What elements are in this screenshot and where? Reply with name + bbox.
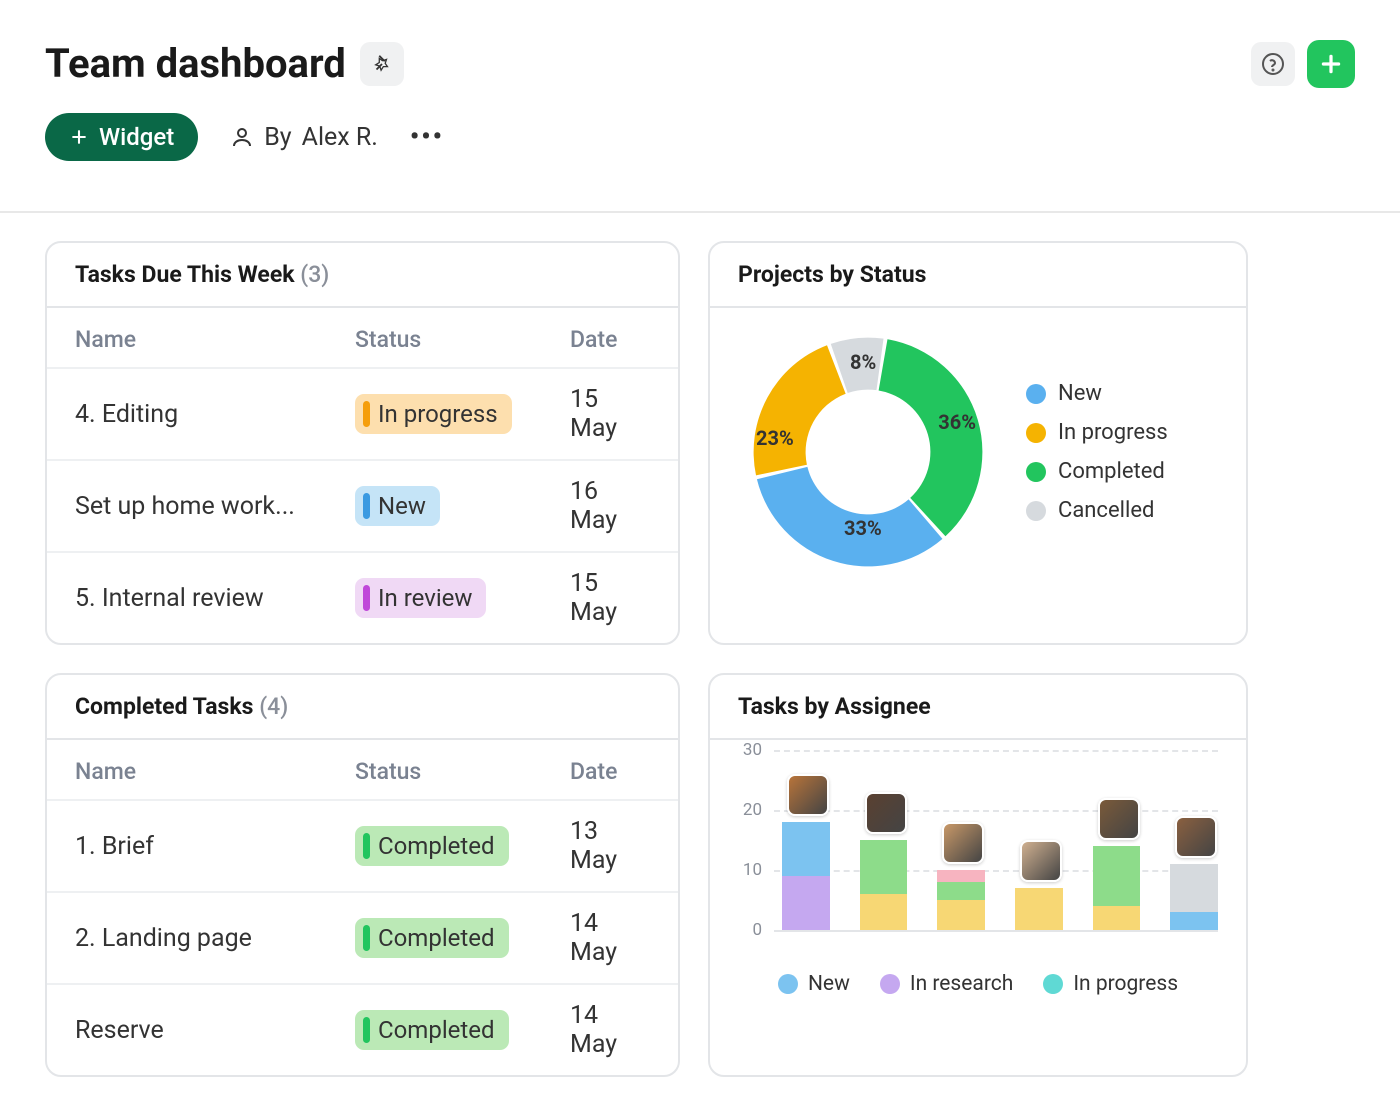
avatar (1020, 840, 1062, 882)
task-date: 16 May (570, 477, 650, 535)
y-tick: 30 (743, 740, 762, 760)
tasks-due-title: Tasks Due This Week (75, 261, 295, 288)
task-date: 14 May (570, 909, 650, 967)
avatar (1098, 798, 1140, 840)
task-date: 15 May (570, 569, 650, 627)
table-row[interactable]: 1. BriefCompleted 13 May (47, 799, 678, 891)
avatar (1175, 816, 1217, 858)
y-tick: 20 (743, 800, 762, 820)
bar-chart: 0102030 (738, 750, 1218, 950)
author-prefix: By (264, 123, 291, 152)
task-name: 2. Landing page (75, 924, 355, 953)
legend-item: In progress (1043, 972, 1178, 996)
task-name: 1. Brief (75, 832, 355, 861)
donut-label-inprogress: 23% (756, 426, 794, 450)
avatar (865, 792, 907, 834)
donut-legend: New In progress Completed Cancelled (1026, 381, 1168, 523)
table-row[interactable]: ReserveCompleted 14 May (47, 983, 678, 1075)
add-widget-button[interactable]: Widget (45, 113, 198, 161)
page-title: Team dashboard (45, 40, 346, 87)
col-date: Date (570, 326, 650, 353)
more-menu-button[interactable]: ••• (410, 122, 444, 152)
status-pill: Completed (355, 918, 509, 958)
task-name: Set up home work... (75, 492, 355, 521)
task-date: 14 May (570, 1001, 650, 1059)
avatar (787, 774, 829, 816)
table-row[interactable]: 2. Landing pageCompleted 14 May (47, 891, 678, 983)
col-date: Date (570, 758, 650, 785)
donut-chart: 36% 33% 23% 8% (738, 322, 998, 582)
table-row[interactable]: 5. Internal reviewIn review 15 May (47, 551, 678, 643)
projects-by-status-card: Projects by Status 36% 33% 23% 8% New In … (708, 241, 1248, 645)
completed-columns: Name Status Date (47, 738, 678, 799)
status-pill: New (355, 486, 440, 526)
projects-by-status-title: Projects by Status (738, 261, 926, 288)
legend-item: New (1026, 381, 1168, 406)
bar-column (1015, 888, 1063, 930)
task-date: 13 May (570, 817, 650, 875)
task-name: Reserve (75, 1016, 355, 1045)
pin-button[interactable] (360, 42, 404, 86)
plus-icon (69, 127, 89, 147)
tasks-due-card: Tasks Due This Week (3) Name Status Date… (45, 241, 680, 645)
widget-button-label: Widget (99, 123, 174, 151)
table-row[interactable]: 4. EditingIn progress 15 May (47, 367, 678, 459)
task-name: 5. Internal review (75, 584, 355, 613)
bar-column (1093, 846, 1141, 930)
completed-title: Completed Tasks (75, 693, 253, 720)
bar-column (1170, 864, 1218, 930)
col-name: Name (75, 326, 355, 353)
bar-column (860, 840, 908, 930)
person-icon (230, 125, 254, 149)
bar-column (937, 870, 985, 930)
status-pill: In review (355, 578, 486, 618)
bar-column (782, 822, 830, 930)
y-tick: 0 (752, 920, 762, 940)
task-date: 15 May (570, 385, 650, 443)
col-name: Name (75, 758, 355, 785)
task-name: 4. Editing (75, 400, 355, 429)
status-pill: In progress (355, 394, 512, 434)
help-icon (1261, 52, 1285, 76)
add-button[interactable] (1307, 40, 1355, 88)
completed-tasks-card: Completed Tasks (4) Name Status Date 1. … (45, 673, 680, 1077)
help-button[interactable] (1251, 42, 1295, 86)
legend-item: Completed (1026, 459, 1168, 484)
tasks-by-assignee-title: Tasks by Assignee (738, 693, 931, 720)
col-status: Status (355, 326, 570, 353)
completed-count: (4) (259, 693, 288, 720)
author-chip[interactable]: By Alex R. (230, 123, 378, 152)
tasks-due-columns: Name Status Date (47, 306, 678, 367)
tasks-by-assignee-card: Tasks by Assignee 0 10 20 30 New In research… (708, 673, 1248, 1077)
dots-icon: ••• (410, 122, 444, 152)
tasks-due-count: (3) (300, 261, 329, 288)
bar-legend: New In research In progress (738, 972, 1218, 996)
donut-label-completed: 36% (938, 410, 976, 434)
donut-label-cancelled: 8% (850, 350, 876, 374)
donut-label-new: 33% (844, 516, 882, 540)
table-row[interactable]: Set up home work...New 16 May (47, 459, 678, 551)
legend-item: In research (880, 972, 1013, 996)
status-pill: Completed (355, 826, 509, 866)
legend-item: New (778, 972, 850, 996)
legend-item: In progress (1026, 420, 1168, 445)
legend-item: Cancelled (1026, 498, 1168, 523)
y-tick: 10 (743, 860, 762, 880)
pin-icon (371, 53, 393, 75)
col-status: Status (355, 758, 570, 785)
status-pill: Completed (355, 1010, 509, 1050)
plus-icon (1318, 51, 1344, 77)
author-name: Alex R. (302, 123, 378, 152)
avatar (942, 822, 984, 864)
